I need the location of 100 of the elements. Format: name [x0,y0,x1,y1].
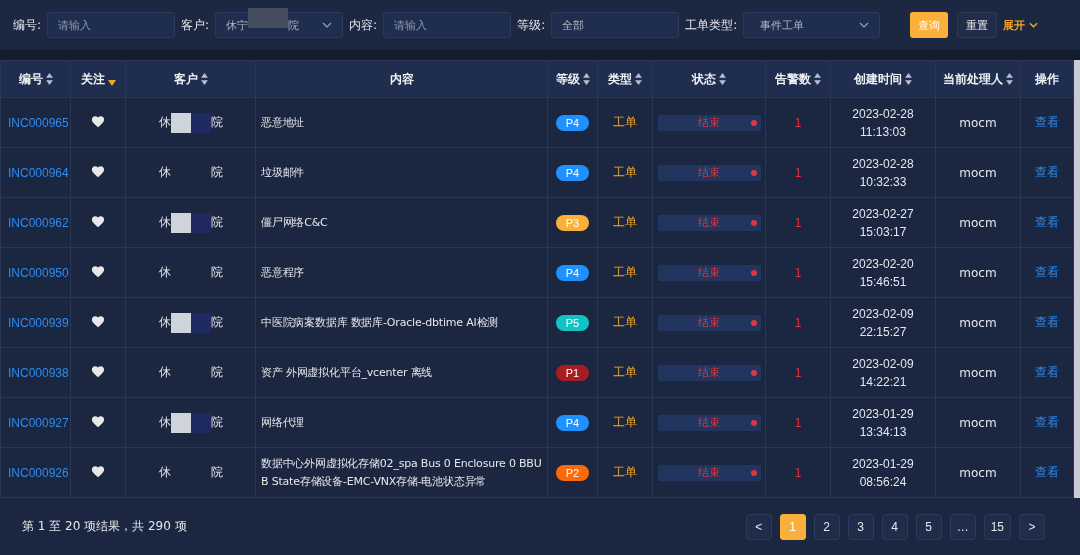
filter-label: 等级: [517,16,546,34]
sort-icon [635,73,642,85]
column-header[interactable]: 编号 [0,60,71,98]
status-badge: 结束 [657,164,761,181]
alert-count: 1 [794,215,802,230]
handler-text: mocm [959,415,997,430]
chevron-down-icon [322,22,333,28]
level-badge: P4 [556,264,589,281]
customer-text: 休 [158,264,171,281]
created-time: 2023-02-28 11:13:03 [852,106,914,139]
sort-icon [1006,73,1013,85]
input-field[interactable]: 请输入 [383,12,512,38]
heart-icon[interactable] [91,264,105,278]
customer-text: 休 [158,414,171,431]
page-button[interactable]: 5 [915,513,942,540]
created-time: 2023-02-09 22:15:27 [852,306,914,339]
heart-icon[interactable] [91,214,105,228]
page-button[interactable]: 2 [813,513,840,540]
type-text: 工单 [613,215,637,229]
view-link[interactable]: 查看 [1035,465,1059,479]
status-badge: 结束 [657,264,761,281]
handler-text: mocm [959,365,997,380]
content-text: 垃圾邮件 [260,164,306,181]
column-header[interactable]: 状态 [652,60,766,98]
handler-text: mocm [959,115,997,130]
heart-icon[interactable] [91,314,105,328]
status-badge: 结束 [657,214,761,231]
handler-text: mocm [959,215,997,230]
created-time: 2023-01-29 13:34:13 [852,406,914,439]
sort-icon [45,73,53,85]
customer-text: 院 [210,464,223,481]
created-time: 2023-02-09 14:22:21 [852,356,914,389]
page-button[interactable]: … [949,513,976,540]
type-text: 工单 [613,415,637,429]
column-header[interactable]: 创建时间 [830,60,936,98]
page-button[interactable]: 4 [881,513,908,540]
expand-link[interactable]: 展开 [1003,17,1039,33]
handler-text: mocm [959,315,997,330]
created-time: 2023-02-20 15:46:51 [852,256,914,289]
previous-page-button[interactable]: < [745,513,772,540]
reset-button[interactable]: 重置 [957,12,998,38]
filter-label: 编号: [13,16,42,34]
customer-text: 休 [158,364,171,381]
column-header[interactable]: 当前处理人 [935,60,1021,98]
column-header[interactable]: 类型 [597,60,653,98]
created-time: 2023-02-28 10:32:33 [852,156,914,189]
level-badge: P1 [556,364,589,381]
heart-icon[interactable] [91,464,105,478]
result-summary: 第 1 至 20 项结果，共 290 项 [22,518,187,535]
view-link[interactable]: 查看 [1035,215,1059,229]
customer-text: 院 [210,314,223,331]
type-text: 工单 [613,115,637,129]
heart-icon[interactable] [91,114,105,128]
level-badge: P4 [556,414,589,431]
level-badge: P2 [556,464,589,481]
page-button[interactable]: 15 [983,513,1011,540]
alert-count: 1 [794,365,802,380]
input-field[interactable]: 请输入 [47,12,176,38]
sort-icon [582,73,590,85]
sort-icon [905,73,912,85]
select-field[interactable]: 事件工单 [743,12,881,38]
type-text: 工单 [613,315,637,329]
alert-count: 1 [794,415,802,430]
view-link[interactable]: 查看 [1035,115,1059,129]
type-text: 工单 [613,265,637,279]
view-link[interactable]: 查看 [1035,415,1059,429]
column-header[interactable]: 内容 [255,60,548,98]
sort-icon [814,73,821,85]
sort-icon [200,73,208,85]
customer-text: 休 [158,464,171,481]
view-link[interactable]: 查看 [1035,265,1059,279]
type-text: 工单 [613,465,637,479]
view-link[interactable]: 查看 [1035,165,1059,179]
heart-icon[interactable] [91,414,105,428]
sort-down-icon [107,80,116,86]
content-text: 恶意地址 [260,114,306,131]
alert-count: 1 [794,265,802,280]
status-badge: 结束 [657,464,761,481]
customer-text: 院 [210,414,223,431]
sort-icon [719,73,726,85]
customer-text: 院 [210,164,223,181]
view-link[interactable]: 查看 [1035,365,1059,379]
filter-label: 客户: [181,16,210,34]
column-header[interactable]: 客户 [125,60,256,98]
view-link[interactable]: 查看 [1035,315,1059,329]
page-button[interactable]: 3 [847,513,874,540]
alert-count: 1 [794,115,802,130]
next-page-button[interactable]: > [1019,513,1045,540]
column-header[interactable]: 操作 [1020,60,1074,98]
content-text: 数据中心外网虚拟化存储02_spa Bus 0 Enclosure 0 BBU B State存储设备-EMC-VNX存储-电池状态异常 [260,455,543,490]
status-badge: 结束 [657,414,761,431]
column-header[interactable]: 等级 [547,60,598,98]
content-text: 恶意程序 [260,264,306,281]
input-field[interactable]: 全部 [551,12,680,38]
level-badge: P4 [556,164,589,181]
content-text: 资产 外网虚拟化平台_vcenter 离线 [260,364,434,381]
column-header[interactable]: 告警数 [765,60,831,98]
heart-icon[interactable] [91,164,105,178]
column-header[interactable]: 关注 [70,60,126,98]
heart-icon[interactable] [91,364,105,378]
